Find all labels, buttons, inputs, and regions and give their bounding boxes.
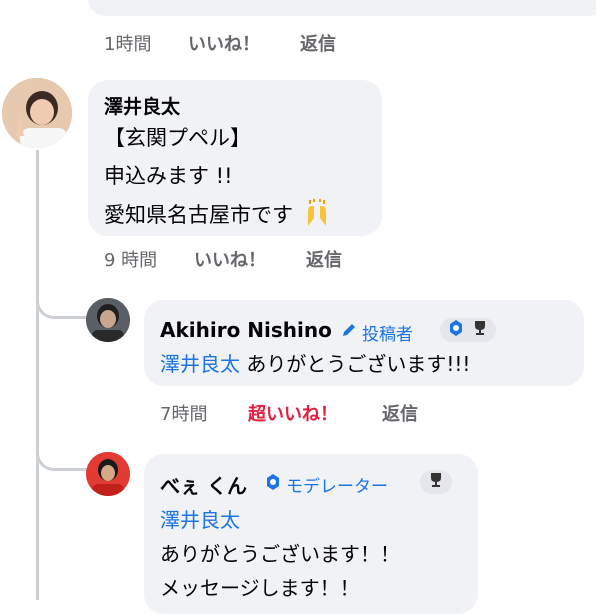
comment-author[interactable]: 澤井良太 bbox=[104, 92, 180, 119]
author-badge-label: 投稿者 bbox=[362, 325, 413, 345]
previous-comment-meta: 1時間 いいね！ 返信 bbox=[104, 30, 504, 56]
reply-message: ありがとうございます!!! bbox=[240, 352, 471, 376]
comment-line-3: 愛知県名古屋市です bbox=[104, 198, 332, 229]
comment-time: 9 時間 bbox=[104, 250, 158, 271]
moderator-star-icon bbox=[447, 319, 465, 341]
pencil-icon bbox=[340, 321, 358, 344]
like-link[interactable]: いいね！ bbox=[188, 30, 260, 56]
trophy-icon bbox=[427, 471, 445, 493]
previous-comment-bubble bbox=[88, 0, 596, 16]
raised-hands-icon bbox=[302, 198, 332, 228]
comment-meta: 9 時間 いいね！ 返信 bbox=[104, 246, 504, 272]
trophy-badge bbox=[420, 470, 452, 494]
reply-time: 7時間 bbox=[160, 404, 208, 425]
avatar[interactable] bbox=[86, 452, 130, 496]
reply-bubble: べぇ くん モデレーター 澤井良太 ありがとうございます！！ メッセージします！… bbox=[144, 454, 478, 614]
reply-link[interactable]: 返信 bbox=[300, 30, 336, 56]
thread-branch-2 bbox=[36, 420, 89, 471]
moderator-badge: モデレーター bbox=[264, 472, 388, 497]
avatar[interactable] bbox=[86, 298, 130, 342]
reply-meta: 7時間 超いいね！ 返信 bbox=[160, 400, 560, 426]
comment-line-1: 【玄関プペル】 bbox=[104, 126, 251, 150]
reply-link[interactable]: 返信 bbox=[306, 246, 342, 272]
trophy-icon bbox=[471, 319, 489, 341]
thread-branch-1 bbox=[36, 268, 89, 319]
reply-line-1: ありがとうございます！！ bbox=[160, 542, 400, 566]
comment-time: 1時間 bbox=[104, 34, 152, 55]
super-like-link[interactable]: 超いいね！ bbox=[248, 400, 338, 426]
reply-author[interactable]: Akihiro Nishino bbox=[160, 318, 332, 342]
mention-link[interactable]: 澤井良太 bbox=[160, 352, 240, 376]
avatar[interactable] bbox=[2, 78, 72, 148]
moderator-star-icon bbox=[264, 473, 282, 496]
mention-link[interactable]: 澤井良太 bbox=[160, 504, 240, 533]
author-badge: 投稿者 bbox=[340, 320, 413, 345]
comment-bubble: 澤井良太 【玄関プペル】 申込みます !! 愛知県名古屋市です bbox=[88, 80, 382, 236]
moderator-badge-label: モデレーター bbox=[286, 477, 388, 497]
thread-line bbox=[36, 150, 39, 600]
reply-author[interactable]: べぇ くん bbox=[160, 470, 247, 499]
reply-line-2: メッセージします！！ bbox=[160, 576, 360, 600]
top-fan-badges bbox=[440, 318, 496, 342]
comment-line-2: 申込みます !! bbox=[104, 164, 233, 188]
reply-bubble: Akihiro Nishino 投稿者 澤井良太 ありがとうございます!!! bbox=[144, 300, 584, 386]
like-link[interactable]: いいね！ bbox=[194, 246, 266, 272]
comment-line-3-text: 愛知県名古屋市です bbox=[104, 203, 293, 227]
reply-link[interactable]: 返信 bbox=[382, 400, 418, 426]
reply-text: 澤井良太 ありがとうございます!!! bbox=[160, 348, 470, 377]
